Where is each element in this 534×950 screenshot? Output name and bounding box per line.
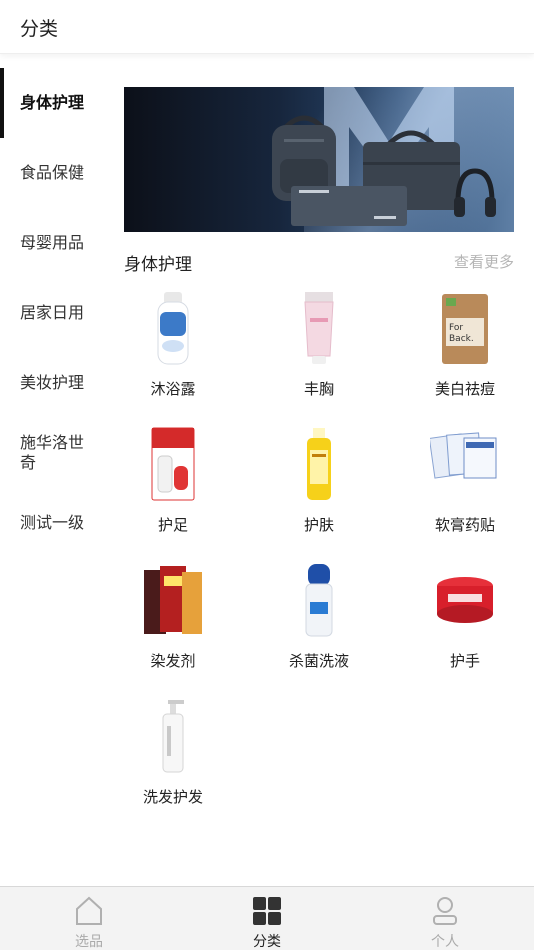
tab-label: 选品 [75, 934, 103, 950]
product-item[interactable]: 丰胸 [246, 290, 392, 420]
view-more-link[interactable]: 查看更多 [454, 251, 514, 272]
product-item[interactable]: 洗发护发 [100, 698, 246, 828]
product-item[interactable]: 护肤 [246, 426, 392, 556]
product-name: 护肤 [303, 516, 334, 534]
patch-packs-icon [430, 432, 497, 479]
sidebar-item-label: 美妆护理 [20, 373, 85, 392]
sidebar-item-label: 居家日用 [20, 303, 85, 322]
product-item[interactable]: 护足 [100, 426, 246, 556]
grid-icon [253, 897, 281, 925]
product-item[interactable]: 沐浴露 [100, 290, 246, 420]
product-name: 美白祛痘 [434, 380, 495, 398]
product-item[interactable]: 染发剂 [100, 562, 246, 692]
promo-banner[interactable] [124, 87, 514, 232]
pink-tube-icon [304, 292, 334, 364]
sidebar-item-test-level-one[interactable]: 测试一级 [0, 488, 108, 558]
page-title: 分类 [20, 18, 59, 40]
sidebar-item-label: 测试一级 [20, 513, 85, 532]
home-icon [76, 896, 102, 925]
sidebar-item-food-health[interactable]: 食品保健 [0, 138, 108, 208]
sidebar-item-body-care[interactable]: 身体护理 [0, 68, 108, 138]
sidebar-item-beauty-care[interactable]: 美妆护理 [0, 348, 108, 418]
bottom-tab-bar: 选品 分类 个人 [0, 886, 534, 950]
product-name: 护足 [157, 516, 188, 534]
sidebar-item-label: 母婴用品 [20, 233, 85, 252]
sidebar-item-household[interactable]: 居家日用 [0, 278, 108, 348]
product-name: 丰胸 [303, 380, 334, 398]
product-name: 染发剂 [150, 652, 196, 670]
white-pump-bottle-icon [162, 700, 184, 773]
sidebar-item-mother-baby[interactable]: 母婴用品 [0, 208, 108, 278]
product-name: 沐浴露 [150, 380, 196, 398]
product-name: 护手 [449, 652, 480, 670]
tab-select-products[interactable]: 选品 [39, 887, 139, 950]
product-item[interactable]: 杀菌洗液 [246, 562, 392, 692]
section-title: 身体护理 [124, 255, 192, 275]
product-name: 杀菌洗液 [288, 652, 349, 670]
yellow-bottle-icon [307, 428, 331, 500]
red-box-icon [151, 427, 195, 501]
sidebar-item-label: 食品保健 [20, 163, 85, 182]
product-name: 软膏药贴 [434, 516, 495, 534]
tab-categories[interactable]: 分类 [217, 887, 317, 950]
sidebar-item-label: 施华洛世奇 [20, 433, 85, 472]
tab-label: 个人 [431, 934, 459, 950]
product-item[interactable]: 软膏药贴 [392, 426, 534, 556]
category-sidebar: 身体护理 食品保健 母婴用品 居家日用 美妆护理 施华洛世奇 测试一级 [0, 68, 108, 558]
product-name: 洗发护发 [142, 788, 203, 806]
travel-case-image [291, 186, 407, 226]
sidebar-item-label: 身体护理 [20, 93, 85, 112]
tab-profile[interactable]: 个人 [395, 887, 495, 950]
soap-box-icon: For Back. [442, 294, 488, 364]
person-icon [433, 897, 457, 925]
top-header: 分类 [0, 0, 534, 54]
svg-text:Back.: Back. [449, 334, 474, 344]
body-wash-bottle-icon [157, 292, 189, 365]
svg-text:For: For [449, 323, 463, 333]
product-item[interactable]: 护手 [392, 562, 534, 692]
hair-dye-boxes-icon [144, 566, 202, 634]
product-item[interactable]: For Back. 美白祛痘 [392, 290, 534, 420]
sidebar-item-swarovski[interactable]: 施华洛世奇 [0, 418, 108, 488]
headphones-image [454, 168, 496, 217]
blue-cap-bottle-icon [305, 564, 333, 637]
tab-label: 分类 [253, 934, 281, 950]
red-cream-jar-icon [437, 577, 493, 623]
